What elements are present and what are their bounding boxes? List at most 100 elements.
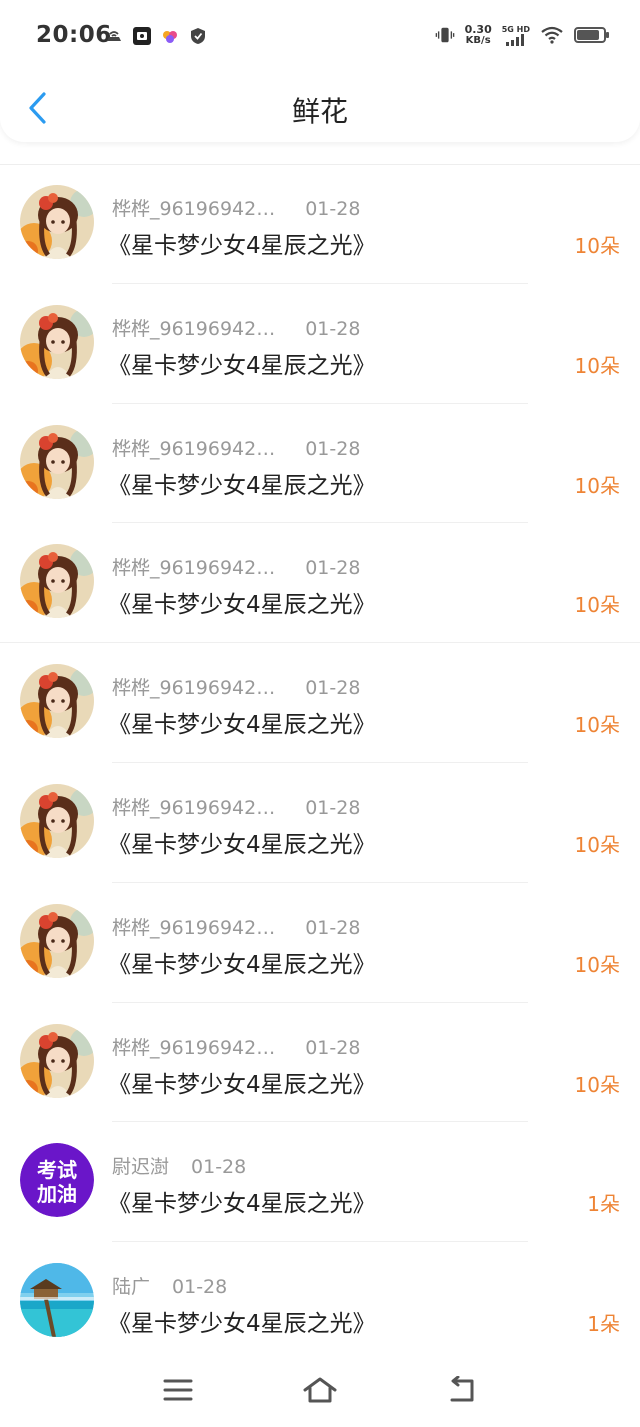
avatar-text-1: 考试 bbox=[37, 1158, 77, 1182]
net-speed: 0.30 KB/s bbox=[465, 24, 492, 46]
book-title: 《星卡梦少女4星辰之光》 bbox=[108, 1191, 376, 1218]
girl-portrait-avatar-image bbox=[20, 1023, 94, 1098]
system-nav-bar bbox=[0, 1356, 640, 1427]
flower-amount: 10朵 bbox=[574, 1072, 620, 1097]
item-meta: 桦桦_96196942… 01-28 bbox=[112, 1033, 360, 1060]
user-name: 桦桦_96196942… bbox=[112, 317, 276, 340]
net-speed-value: 0.30 bbox=[464, 23, 492, 36]
list-item[interactable]: 桦桦_96196942… 01-28 《星卡梦少女4星辰之光》 10朵 bbox=[0, 523, 640, 644]
avatar[interactable] bbox=[20, 664, 94, 739]
network-indicator: 5G HD bbox=[502, 25, 530, 46]
book-title: 《星卡梦少女4星辰之光》 bbox=[108, 1311, 376, 1338]
avatar[interactable] bbox=[20, 1023, 94, 1098]
item-meta: 桦桦_96196942… 01-28 bbox=[112, 314, 360, 341]
girl-portrait-avatar-image bbox=[20, 544, 94, 619]
list-item[interactable]: 桦桦_96196942… 01-28 《星卡梦少女4星辰之光》 10朵 bbox=[0, 164, 640, 284]
list-item[interactable]: 桦桦_96196942… 01-28 《星卡梦少女4星辰之光》 10朵 bbox=[0, 284, 640, 404]
gift-date: 01-28 bbox=[305, 677, 361, 700]
avatar[interactable]: 考试 加油 bbox=[20, 1143, 94, 1218]
book-title: 《星卡梦少女4星辰之光》 bbox=[108, 1071, 376, 1098]
item-meta: 桦桦_96196942… 01-28 bbox=[112, 553, 360, 580]
book-title: 《星卡梦少女4星辰之光》 bbox=[108, 472, 376, 499]
app-notification-icon bbox=[132, 26, 152, 46]
gift-date: 01-28 bbox=[172, 1276, 228, 1299]
list-item[interactable]: 考试 加油 尉迟澍 01-28 《星卡梦少女4星辰之光》 1朵 bbox=[0, 1122, 640, 1243]
signal-icon bbox=[505, 33, 524, 46]
list-item[interactable]: 桦桦_96196942… 01-28 《星卡梦少女4星辰之光》 10朵 bbox=[0, 643, 640, 763]
user-name: 尉迟澍 bbox=[112, 1156, 170, 1179]
gift-date: 01-28 bbox=[305, 437, 361, 460]
user-name: 桦桦_96196942… bbox=[112, 916, 276, 939]
list-item[interactable]: 桦桦_96196942… 01-28 《星卡梦少女4星辰之光》 10朵 bbox=[0, 404, 640, 524]
header-card: 20:06 0.30 KB/s 5G HD 鲜花 bbox=[0, 0, 640, 142]
gift-date: 01-28 bbox=[305, 557, 361, 580]
gift-date: 01-28 bbox=[305, 796, 361, 819]
list-item[interactable]: 陆广 01-28 《星卡梦少女4星辰之光》 1朵 bbox=[0, 1242, 640, 1362]
item-meta: 桦桦_96196942… 01-28 bbox=[112, 793, 360, 820]
avatar[interactable] bbox=[20, 185, 94, 259]
exam-cheer-avatar-image: 考试加油 bbox=[20, 1143, 94, 1218]
list-item[interactable]: 桦桦_96196942… 01-28 《星卡梦少女4星辰之光》 10朵 bbox=[0, 883, 640, 1003]
back-icon bbox=[450, 1376, 474, 1402]
book-title: 《星卡梦少女4星辰之光》 bbox=[108, 592, 376, 619]
item-meta: 尉迟澍 01-28 bbox=[112, 1152, 246, 1179]
item-meta: 桦桦_96196942… 01-28 bbox=[112, 194, 360, 221]
user-name: 陆广 bbox=[112, 1276, 151, 1299]
flower-amount: 10朵 bbox=[574, 952, 620, 977]
avatar[interactable] bbox=[20, 1263, 94, 1338]
user-name: 桦桦_96196942… bbox=[112, 198, 276, 220]
flower-amount: 1朵 bbox=[587, 1192, 620, 1217]
user-name: 桦桦_96196942… bbox=[112, 1036, 276, 1059]
item-meta: 桦桦_96196942… 01-28 bbox=[112, 673, 360, 700]
list-item[interactable]: 桦桦_96196942… 01-28 《星卡梦少女4星辰之光》 10朵 bbox=[0, 763, 640, 883]
nav-home-button[interactable] bbox=[298, 1370, 342, 1410]
nav-back-button[interactable] bbox=[440, 1370, 484, 1410]
girl-portrait-avatar-image bbox=[20, 783, 94, 858]
flower-amount: 10朵 bbox=[574, 593, 620, 618]
net-speed-unit: KB/s bbox=[465, 35, 491, 46]
status-bar: 20:06 0.30 KB/s 5G HD bbox=[0, 0, 640, 76]
flower-amount: 10朵 bbox=[574, 713, 620, 738]
flower-amount: 10朵 bbox=[574, 473, 620, 498]
status-right-icons: 0.30 KB/s 5G HD bbox=[435, 24, 609, 46]
gift-date: 01-28 bbox=[305, 198, 361, 220]
title-bar: 鲜花 bbox=[0, 76, 640, 142]
network-type: 5G HD bbox=[501, 24, 530, 34]
girl-portrait-avatar-image bbox=[20, 185, 94, 259]
status-time: 20:06 bbox=[36, 22, 112, 48]
flower-amount: 10朵 bbox=[574, 832, 620, 857]
color-app-icon bbox=[160, 26, 180, 46]
home-icon bbox=[303, 1377, 337, 1403]
avatar-text-2: 加油 bbox=[36, 1182, 77, 1206]
vibrate-icon bbox=[435, 25, 455, 45]
item-meta: 桦桦_96196942… 01-28 bbox=[112, 913, 360, 940]
gift-date: 01-28 bbox=[305, 317, 361, 340]
battery-icon bbox=[574, 27, 609, 43]
list-item[interactable]: 桦桦_96196942… 01-28 《星卡梦少女4星辰之光》 10朵 bbox=[0, 1003, 640, 1123]
item-meta: 桦桦_96196942… 01-28 bbox=[112, 434, 360, 461]
gift-date: 01-28 bbox=[305, 916, 361, 939]
book-title: 《星卡梦少女4星辰之光》 bbox=[108, 712, 376, 739]
flower-amount: 1朵 bbox=[587, 1312, 620, 1337]
beach-pier-avatar-image bbox=[20, 1263, 94, 1338]
avatar[interactable] bbox=[20, 424, 94, 499]
avatar[interactable] bbox=[20, 783, 94, 858]
wireless-debug-icon bbox=[104, 26, 124, 46]
gift-date: 01-28 bbox=[305, 1036, 361, 1059]
battery-fill bbox=[577, 30, 600, 40]
avatar[interactable] bbox=[20, 544, 94, 619]
avatar[interactable] bbox=[20, 304, 94, 379]
book-title: 《星卡梦少女4星辰之光》 bbox=[108, 951, 376, 978]
wifi-icon bbox=[540, 25, 564, 45]
gift-date: 01-28 bbox=[191, 1156, 247, 1179]
user-name: 桦桦_96196942… bbox=[112, 437, 276, 460]
book-title: 《星卡梦少女4星辰之光》 bbox=[108, 233, 376, 259]
avatar[interactable] bbox=[20, 903, 94, 978]
girl-portrait-avatar-image bbox=[20, 304, 94, 379]
shield-icon bbox=[188, 26, 208, 46]
page-title: 鲜花 bbox=[291, 95, 348, 128]
nav-menu-button[interactable] bbox=[156, 1370, 200, 1410]
user-name: 桦桦_96196942… bbox=[112, 677, 276, 700]
flowers-screen: 20:06 0.30 KB/s 5G HD 鲜花 桦桦_96196942… 01… bbox=[0, 0, 640, 1427]
status-left-icons bbox=[104, 26, 208, 46]
